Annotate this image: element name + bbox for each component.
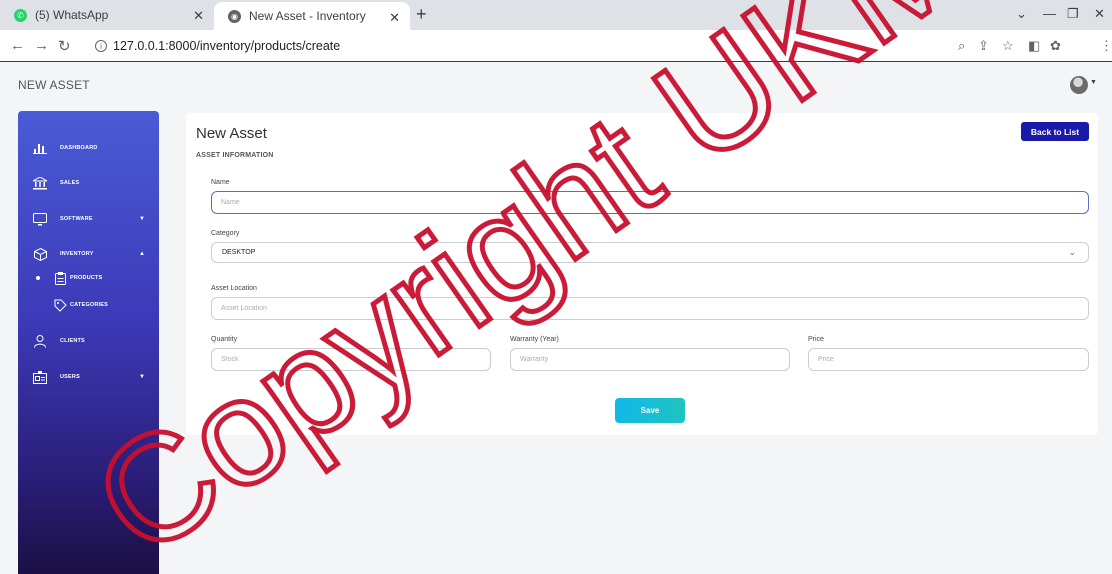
name-input[interactable]	[211, 191, 1089, 214]
close-tab-icon[interactable]: ✕	[193, 8, 204, 24]
tab-title: (5) WhatsApp	[35, 8, 109, 22]
section-label: ASSET INFORMATION	[196, 152, 274, 159]
monitor-icon	[32, 211, 48, 227]
sidebar-item-users[interactable]: USERS ▼	[18, 366, 159, 388]
box-icon	[32, 246, 48, 262]
location-label: Asset Location	[211, 285, 257, 292]
sidebar-item-label: DASHBOARD	[60, 145, 98, 151]
sidebar-item-label: SALES	[60, 180, 80, 186]
app-header: NEW ASSET ▼	[0, 63, 1112, 107]
caret-up-icon: ▲	[139, 251, 145, 257]
category-label: Category	[211, 230, 240, 237]
asset-form-card: New Asset ASSET INFORMATION Back to List…	[186, 113, 1098, 435]
forward-arrow-icon[interactable]: →	[34, 37, 49, 54]
tab-new-asset[interactable]: ◉ New Asset - Inventory ✕	[214, 2, 410, 30]
url-text: 127.0.0.1:8000/inventory/products/create	[113, 39, 341, 53]
warranty-label: Warranty (Year)	[510, 336, 559, 343]
browser-tab-strip: ✆ (5) WhatsApp ✕ ◉ New Asset - Inventory…	[0, 0, 1112, 30]
sidebar-item-inventory[interactable]: INVENTORY ▲	[18, 243, 159, 265]
caret-down-icon: ▼	[139, 374, 145, 380]
sidebar-item-sales[interactable]: SALES	[18, 172, 159, 194]
sidebar-item-label: SOFTWARE	[60, 216, 93, 222]
profile-extension-icon[interactable]: ✿	[1050, 38, 1061, 54]
info-icon[interactable]: i	[95, 40, 107, 52]
card-title: New Asset	[196, 125, 267, 142]
minimize-icon[interactable]: —	[1043, 6, 1056, 21]
globe-icon: ◉	[228, 9, 241, 23]
sidebar-item-categories[interactable]: CATEGORIES	[18, 294, 159, 316]
sidebar-item-dashboard[interactable]: DASHBOARD	[18, 137, 159, 159]
caret-down-icon[interactable]: ▼	[1090, 79, 1097, 86]
reload-icon[interactable]: ↻	[58, 37, 71, 55]
bookmark-star-icon[interactable]: ☆	[1002, 38, 1014, 54]
sidebar-item-label: CATEGORIES	[70, 302, 108, 308]
sidebar: DASHBOARD SALES SOFTWARE ▼ INVENTORY ▲ P…	[18, 111, 159, 574]
sidebar-item-label: CLIENTS	[60, 338, 85, 344]
share-icon[interactable]: ⇪	[978, 38, 989, 54]
new-tab-icon[interactable]: +	[416, 4, 427, 25]
sidebar-item-label: PRODUCTS	[70, 275, 103, 281]
chevron-down-icon: ⌄	[1068, 247, 1076, 257]
sidebar-item-products[interactable]: PRODUCTS	[18, 267, 159, 289]
sidebar-item-software[interactable]: SOFTWARE ▼	[18, 208, 159, 230]
menu-kebab-icon[interactable]: ⋮	[1100, 38, 1112, 54]
price-input[interactable]	[808, 348, 1089, 371]
whatsapp-icon: ✆	[14, 8, 27, 22]
restore-icon[interactable]: ❐	[1067, 6, 1079, 22]
zoom-icon[interactable]: ⌕	[958, 38, 965, 54]
bar-chart-icon	[32, 140, 48, 156]
id-card-icon	[32, 369, 48, 385]
active-dot	[36, 276, 40, 280]
avatar[interactable]	[1070, 76, 1088, 94]
price-label: Price	[808, 336, 824, 343]
category-select[interactable]: DESKTOP ⌄	[211, 242, 1089, 263]
side-panel-icon[interactable]: ◧	[1028, 38, 1040, 54]
tab-whatsapp[interactable]: ✆ (5) WhatsApp ✕	[0, 0, 214, 30]
warranty-input[interactable]	[510, 348, 790, 371]
name-label: Name	[211, 179, 230, 186]
caret-down-icon: ▼	[139, 216, 145, 222]
close-window-icon[interactable]: ✕	[1094, 6, 1105, 22]
sidebar-item-clients[interactable]: CLIENTS	[18, 330, 159, 352]
bank-icon	[32, 175, 48, 191]
url-field[interactable]: i 127.0.0.1:8000/inventory/products/crea…	[95, 39, 340, 53]
page-title: NEW ASSET	[18, 78, 90, 92]
close-tab-icon[interactable]: ✕	[389, 10, 400, 26]
location-input[interactable]	[211, 297, 1089, 320]
sidebar-item-label: INVENTORY	[60, 251, 94, 257]
category-selected-value: DESKTOP	[222, 249, 256, 256]
tab-search-icon[interactable]: ⌄	[1016, 6, 1027, 22]
clipboard-icon	[52, 270, 68, 286]
save-button[interactable]: Save	[615, 398, 685, 423]
user-icon	[32, 333, 48, 349]
back-arrow-icon[interactable]: ←	[10, 37, 25, 54]
quantity-input[interactable]	[211, 348, 491, 371]
sidebar-item-label: USERS	[60, 374, 80, 380]
tab-title: New Asset - Inventory	[249, 9, 366, 23]
address-bar: ← → ↻ i 127.0.0.1:8000/inventory/product…	[0, 30, 1112, 62]
tag-icon	[52, 297, 68, 313]
quantity-label: Quantity	[211, 336, 238, 343]
back-to-list-button[interactable]: Back to List	[1021, 122, 1089, 141]
